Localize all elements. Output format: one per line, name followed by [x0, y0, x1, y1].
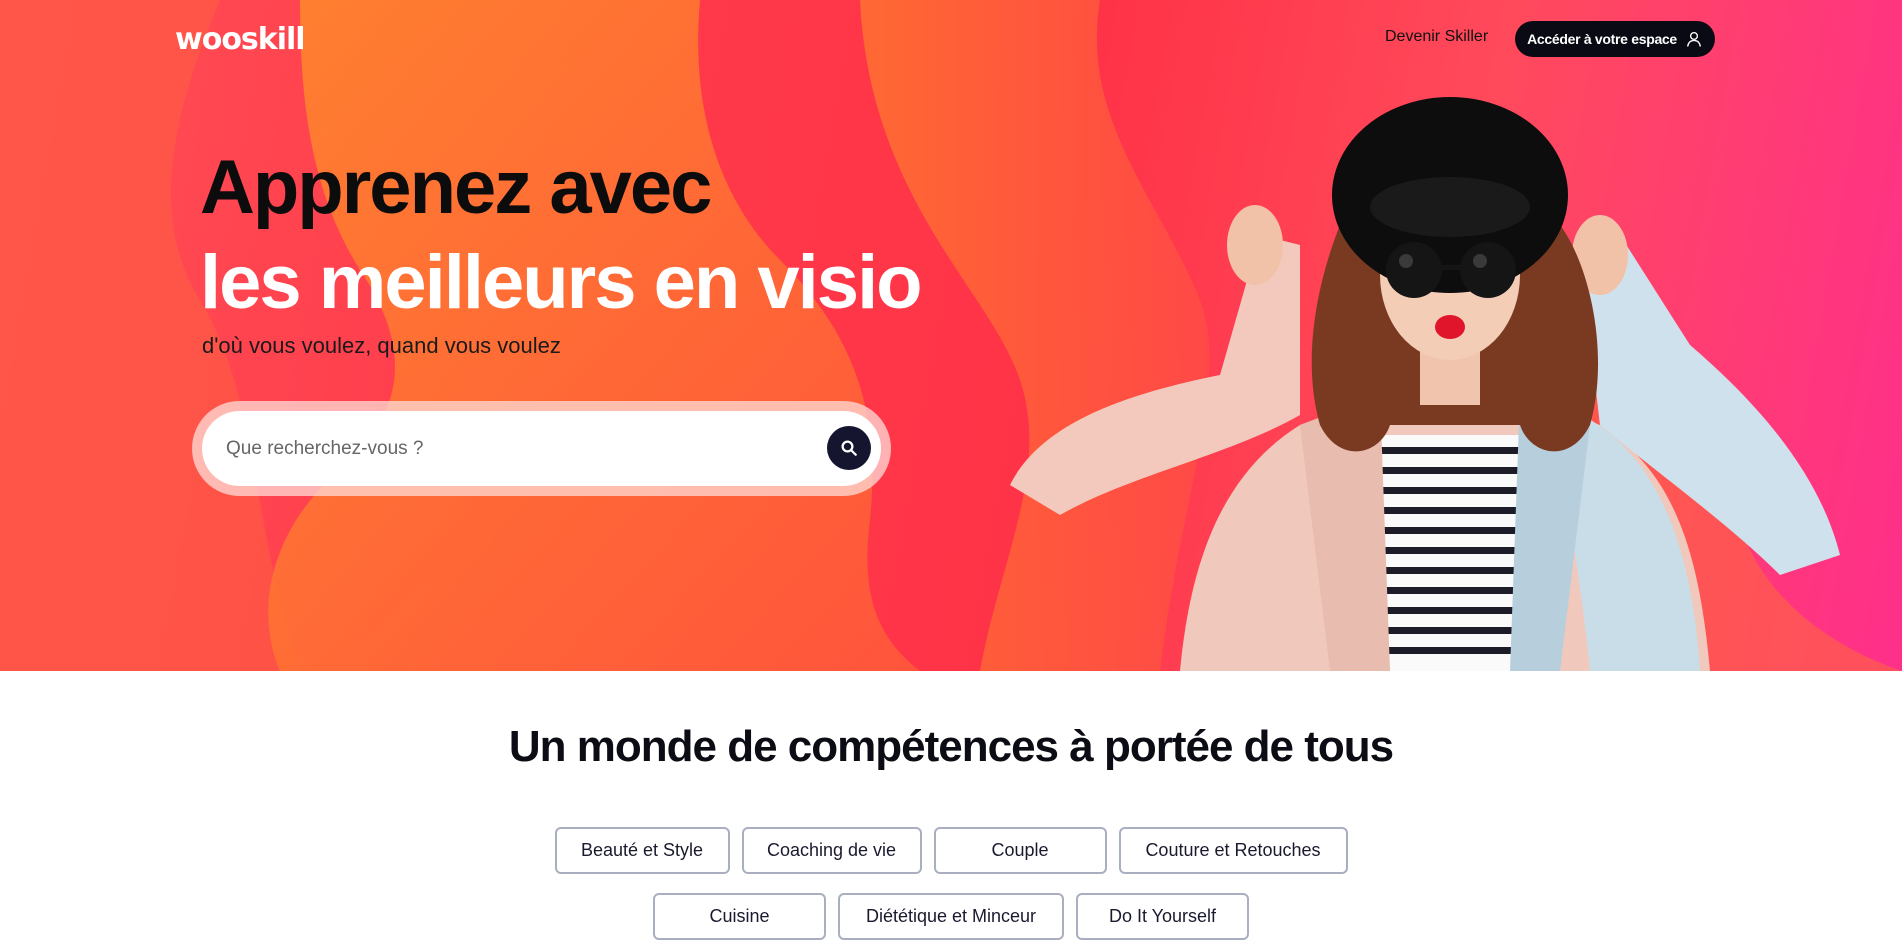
category-chip[interactable]: Couple: [933, 827, 1107, 874]
category-row-2: Cuisine Diététique et Minceur Do It Your…: [0, 893, 1902, 940]
search-input[interactable]: [226, 437, 786, 460]
category-chip[interactable]: Coaching de vie: [741, 827, 922, 874]
account-access-button[interactable]: Accéder à votre espace: [1515, 21, 1715, 57]
hero-subtitle: d'où vous voulez, quand vous voulez: [202, 333, 561, 358]
user-icon: [1686, 31, 1701, 47]
category-chip[interactable]: Do It Yourself: [1076, 893, 1249, 940]
wooskill-logo[interactable]: wooskill: [175, 22, 306, 57]
hero-headline-line1: Apprenez avec: [200, 145, 712, 230]
account-button-label: Accéder à votre espace: [1527, 31, 1677, 47]
search-bar: [202, 411, 881, 486]
hero-headline-line2: les meilleurs en visio: [200, 240, 923, 325]
category-chip[interactable]: Diététique et Minceur: [838, 893, 1064, 940]
search-button[interactable]: [827, 426, 871, 470]
category-chip[interactable]: Couture et Retouches: [1118, 827, 1348, 874]
category-chip[interactable]: Cuisine: [653, 893, 826, 940]
hero-woman-image: [1010, 97, 1840, 671]
category-chip[interactable]: Beauté et Style: [554, 827, 730, 874]
skills-section-title: Un monde de compétences à portée de tous: [508, 722, 1394, 771]
category-row-1: Beauté et Style Coaching de vie Couple C…: [0, 827, 1902, 874]
become-skiller-link[interactable]: Devenir Skiller: [1385, 28, 1488, 46]
search-icon: [841, 440, 857, 456]
